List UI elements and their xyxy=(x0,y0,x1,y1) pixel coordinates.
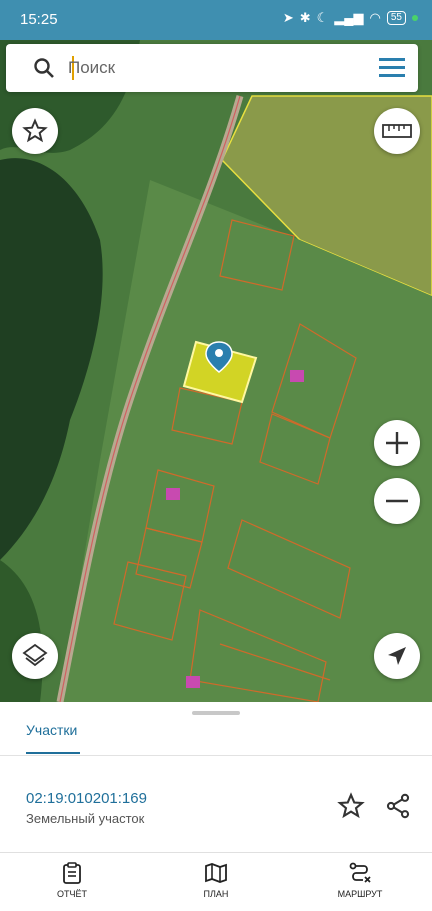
layers-button[interactable] xyxy=(12,633,58,679)
location-icon: ➤ xyxy=(282,10,294,25)
tab-parcels[interactable]: Участки xyxy=(26,722,77,738)
map-view[interactable] xyxy=(0,40,432,702)
battery-icon: 55 xyxy=(386,11,406,25)
favorites-button[interactable] xyxy=(12,108,58,154)
nav-report[interactable]: ОТЧЁТ xyxy=(32,861,112,899)
share-icon[interactable] xyxy=(384,792,412,820)
minus-icon xyxy=(386,499,408,503)
star-icon xyxy=(22,118,48,143)
ruler-icon xyxy=(382,124,412,138)
nav-plan-label: ПЛАН xyxy=(203,889,229,899)
status-icons: ➤ ✱ ☾ ▂▄▆ ◠ 55 xyxy=(283,10,418,26)
divider xyxy=(0,755,432,756)
status-bar: 15:25 ➤ ✱ ☾ ▂▄▆ ◠ 55 xyxy=(0,0,432,40)
nav-plan[interactable]: ПЛАН xyxy=(176,861,256,899)
parcel-type: Земельный участок xyxy=(26,811,145,826)
search-bar[interactable]: Поиск xyxy=(6,44,418,92)
plus-icon xyxy=(386,432,408,454)
favorite-star-icon[interactable] xyxy=(337,792,365,820)
satellite-map-image xyxy=(0,40,432,702)
navigation-arrow-icon xyxy=(388,647,406,665)
signal-icon: ▂▄▆ xyxy=(334,10,364,25)
parcel-number[interactable]: 02:19:010201:169 xyxy=(26,790,147,807)
map-icon xyxy=(205,863,227,883)
search-icon[interactable] xyxy=(32,56,56,80)
drag-handle[interactable] xyxy=(192,711,240,715)
moon-icon: ☾ xyxy=(316,10,329,25)
layers-icon xyxy=(22,643,48,667)
nav-route-label: МАРШРУТ xyxy=(337,889,383,899)
measure-button[interactable] xyxy=(374,108,420,154)
tab-indicator xyxy=(26,752,80,754)
menu-icon[interactable] xyxy=(378,56,406,78)
status-time: 15:25 xyxy=(20,11,58,28)
route-icon xyxy=(349,862,371,883)
active-dot-icon xyxy=(412,15,418,21)
zoom-in-button[interactable] xyxy=(374,420,420,466)
wifi-icon: ◠ xyxy=(369,10,381,25)
search-input[interactable]: Поиск xyxy=(68,58,115,78)
nav-route[interactable]: МАРШРУТ xyxy=(320,861,400,899)
bottom-navigation: ОТЧЁТ ПЛАН МАРШРУТ xyxy=(0,852,432,911)
nav-report-label: ОТЧЁТ xyxy=(56,889,87,899)
clipboard-icon xyxy=(63,862,81,884)
bluetooth-icon: ✱ xyxy=(299,10,311,25)
zoom-out-button[interactable] xyxy=(374,478,420,524)
my-location-button[interactable] xyxy=(374,633,420,679)
